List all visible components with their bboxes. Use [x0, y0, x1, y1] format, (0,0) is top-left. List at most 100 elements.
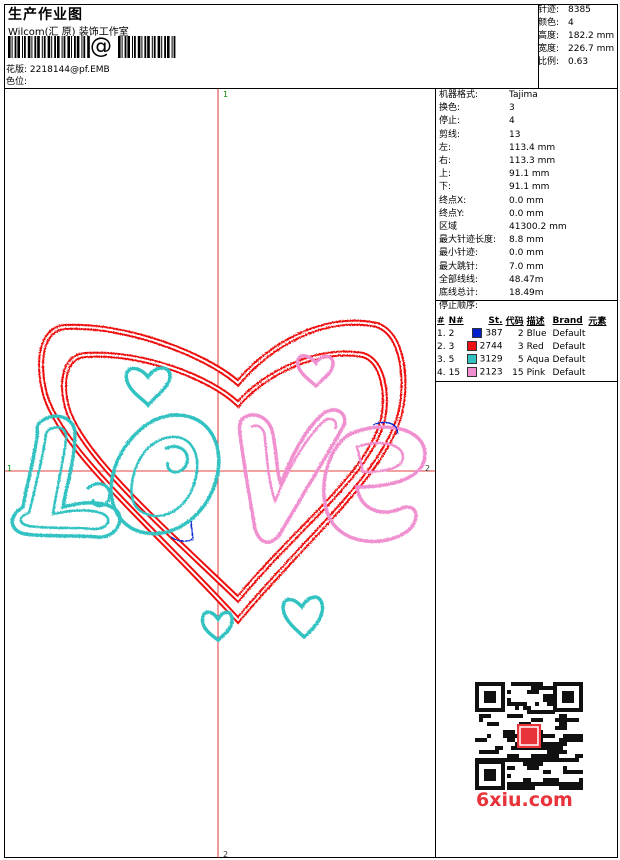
stats-row: 停止: 4 — [439, 115, 567, 128]
stats-label: 剪线: — [439, 129, 461, 140]
stats-value: 18.49m — [509, 288, 544, 299]
embroidery-design — [10, 319, 427, 643]
row-number: 5 — [448, 354, 455, 365]
stats-value: 4 — [509, 116, 515, 127]
top-info-panel: 针迹: 8385 颜色: 4 高度: 182.2 mm 宽度: 226.7 mm 比例:… — [538, 4, 614, 69]
stats-value: 48.47m — [509, 274, 544, 285]
small-heart-aqua-bottom-left — [200, 610, 234, 643]
stats-row: 终点X: 0.0 mm — [439, 195, 567, 208]
col-header-code: 代码 — [505, 317, 524, 327]
embroidery-design-canvas: 1 1 2 2 — [5, 89, 435, 858]
row-stitches: 2123 — [466, 366, 506, 379]
stats-row: 剪线: 13 — [439, 129, 567, 142]
stats-label: 停止: — [439, 116, 461, 127]
stats-row: 终点Y: 0.0 mm — [439, 208, 567, 221]
row-description: Pink — [526, 367, 546, 378]
stats-row: 右: 113.3 mm — [439, 155, 567, 168]
row-stitches: 2744 — [466, 340, 506, 353]
stats-row: 上: 91.1 mm — [439, 168, 567, 181]
stats-label: 终点Y: — [439, 208, 465, 219]
col-header-stitches: St. — [488, 315, 503, 326]
stats-value: 0.0 mm — [509, 208, 544, 219]
machine-stats-panel: 机器格式: Tajima 换色: 3 停止: 4 剪线: 13 左: 113.4 mm 右: 113.… — [439, 89, 567, 313]
qr-code — [473, 680, 585, 792]
table-row: 4. 15 2123 15 Pink Default — [437, 366, 609, 379]
panel-divider — [435, 88, 436, 858]
stats-value: 91.1 mm — [509, 182, 550, 193]
barcode-at-symbol: @ — [90, 34, 112, 59]
page-title: 生产作业图 — [8, 7, 83, 23]
col-header-number: N# — [448, 315, 464, 326]
row-index: 3. — [437, 354, 446, 365]
stats-value: 3 — [509, 103, 515, 114]
stats-row: 最大跳针: 7.0 mm — [439, 261, 567, 274]
axis-label-right: 2 — [425, 464, 430, 473]
stitch-count: 3129 — [479, 354, 503, 365]
row-stitches: 387 — [467, 327, 506, 340]
info-row-colors: 颜色: 4 — [538, 18, 574, 28]
stats-row: 停止顺序: — [439, 300, 567, 313]
row-code: 2 — [517, 328, 524, 339]
pattern-value: 2218144@pf.EMB — [29, 65, 110, 75]
stats-row: 最小针迹: 0.0 mm — [439, 247, 567, 260]
color-swatch — [466, 367, 477, 378]
info-row-width: 宽度: 226.7 mm — [538, 44, 615, 54]
color-sequence-table: # N# St. 代码 描述 Brand 元素 1. 2 387 2 Blue Defau… — [437, 314, 609, 379]
row-number: 15 — [448, 367, 461, 378]
stats-value: 41300.2 mm — [509, 222, 567, 233]
stats-label: 区域 — [439, 222, 458, 233]
stats-label: 最大针迹长度: — [439, 235, 497, 246]
stats-row: 机器格式: Tajima — [439, 89, 567, 102]
table-divider-bottom — [436, 381, 618, 382]
row-index: 1. — [437, 328, 446, 339]
row-code: 5 — [517, 354, 524, 365]
axis-label-left: 1 — [7, 464, 12, 473]
stats-row: 底线总计: 18.49m — [439, 287, 567, 300]
stats-label: 换色: — [439, 103, 461, 114]
stats-label: 下: — [439, 182, 452, 193]
stats-row: 换色: 3 — [439, 102, 567, 115]
row-brand: Default — [552, 341, 586, 352]
barcode — [8, 36, 90, 58]
color-swatch — [466, 341, 477, 352]
row-element — [588, 366, 609, 379]
stats-label: 最大跳针: — [439, 261, 479, 272]
row-element — [588, 340, 609, 353]
stats-value: 91.1 mm — [509, 169, 550, 180]
row-number: 3 — [448, 341, 455, 352]
row-brand: Default — [552, 367, 586, 378]
stats-row: 下: 91.1 mm — [439, 181, 567, 194]
stats-row: 最大针迹长度: 8.8 mm — [439, 234, 567, 247]
col-header-index: # — [437, 315, 445, 326]
color-position-label: 色位: — [6, 77, 28, 87]
stats-row: 全部线线: 48.47m — [439, 274, 567, 287]
letter-o — [109, 413, 221, 542]
table-header-row: # N# St. 代码 描述 Brand 元素 — [437, 314, 609, 328]
row-number: 2 — [448, 328, 455, 339]
row-element — [588, 353, 609, 366]
table-divider-top — [436, 300, 618, 301]
col-header-brand: Brand — [552, 315, 583, 326]
small-heart-aqua-bottom-right — [281, 595, 325, 640]
stats-row: 左: 113.4 mm — [439, 142, 567, 155]
color-swatch — [472, 328, 483, 339]
stats-label: 停止顺序: — [439, 301, 479, 312]
stats-label: 左: — [439, 142, 452, 153]
table-row: 3. 5 3129 5 Aqua Default — [437, 353, 609, 366]
stitch-count: 2744 — [479, 341, 503, 352]
stats-value: 0.0 mm — [509, 248, 544, 259]
stats-label: 终点X: — [439, 195, 467, 206]
stitch-count: 2123 — [479, 367, 503, 378]
small-heart-aqua-top — [124, 366, 172, 408]
row-index: 2. — [437, 341, 446, 352]
row-brand: Default — [552, 354, 586, 365]
stitch-count: 387 — [485, 328, 503, 339]
row-code: 3 — [517, 341, 524, 352]
stats-label: 右: — [439, 156, 452, 167]
row-description: Aqua — [526, 354, 550, 365]
stats-label: 上: — [439, 169, 452, 180]
col-header-description: 描述 — [526, 317, 545, 327]
info-row-height: 高度: 182.2 mm — [538, 31, 615, 41]
stats-value: 0.0 mm — [509, 195, 544, 206]
table-row: 1. 2 387 2 Blue Default — [437, 327, 609, 340]
